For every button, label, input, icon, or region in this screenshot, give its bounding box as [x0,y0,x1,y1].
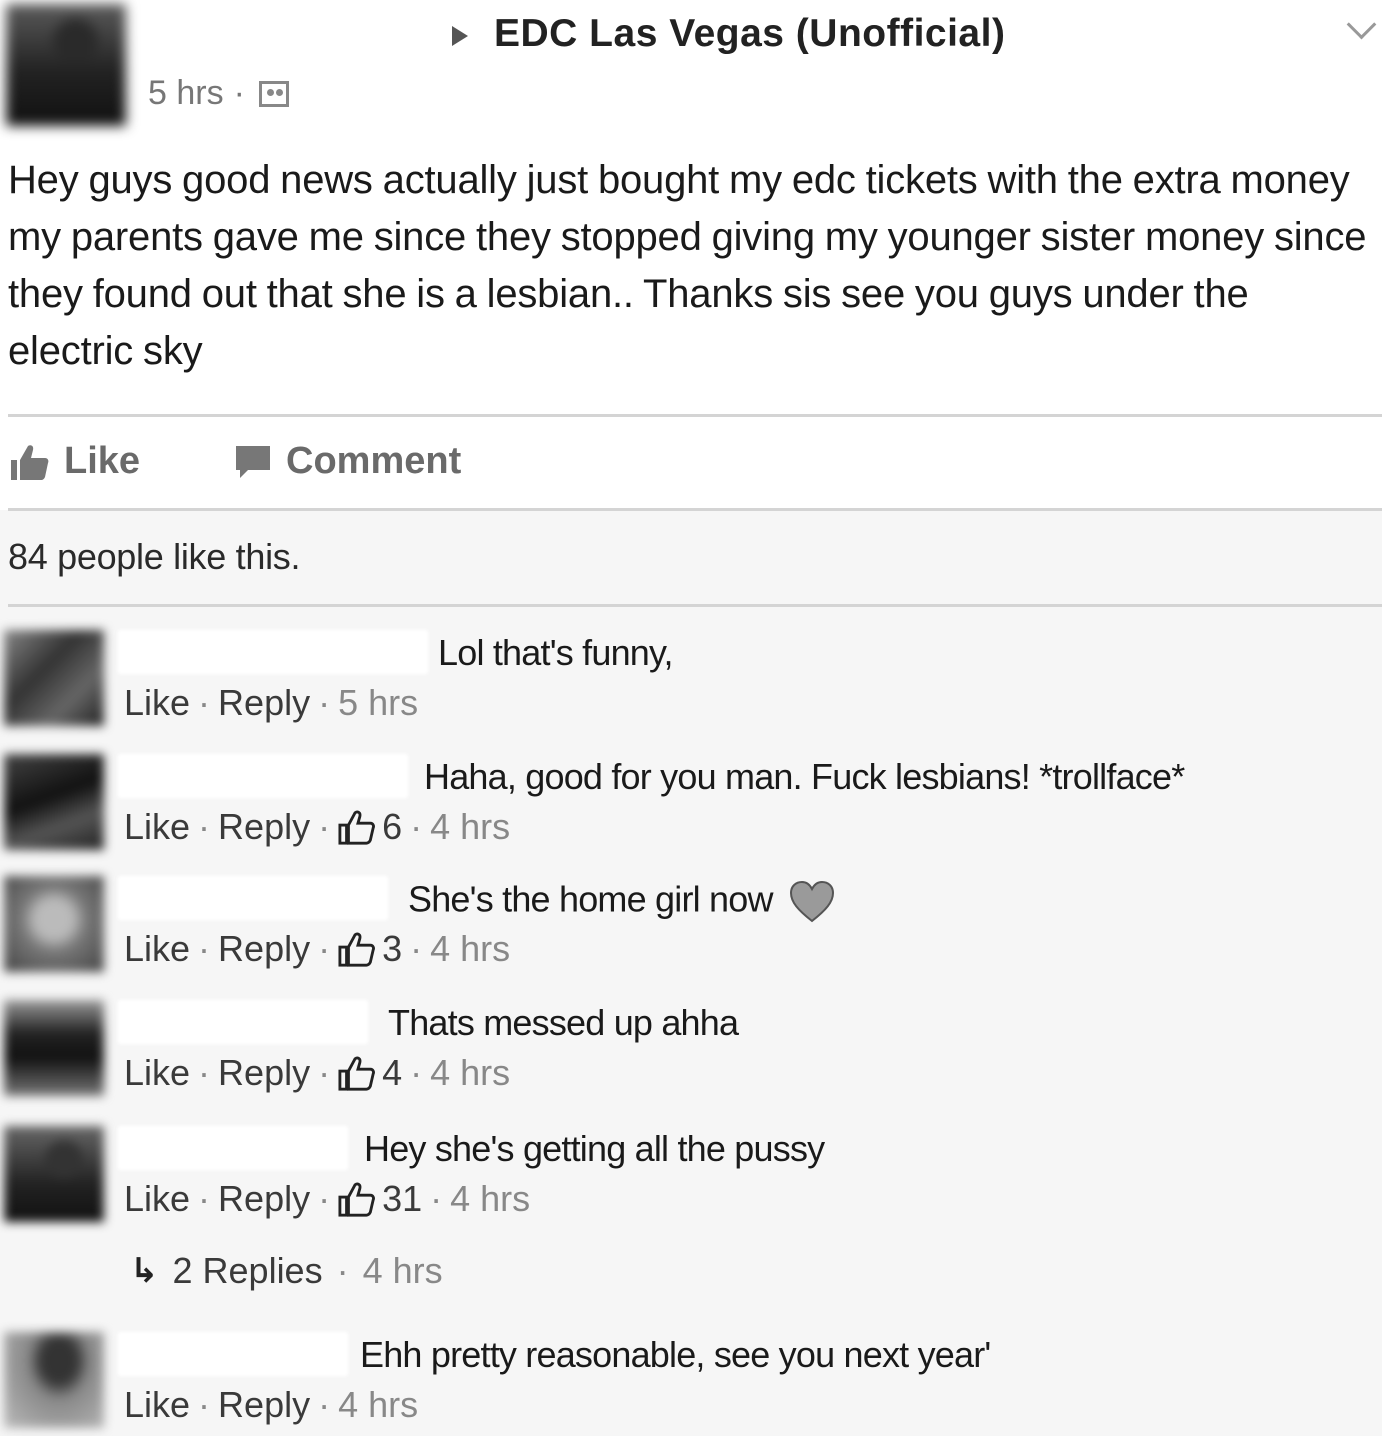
comment-time[interactable]: 5 hrs [338,682,418,724]
commenter-name[interactable] [118,1000,368,1044]
commenter-avatar[interactable] [4,1126,104,1222]
comment-reply-link[interactable]: Reply [218,682,310,724]
comment-text: She's the home girl now [408,878,773,920]
comment-actions: Like · Reply · 5 hrs [124,682,418,724]
separator: · [318,806,331,847]
separator: · [318,682,331,723]
reaction-count[interactable]: 6 [338,806,402,848]
thumbs-up-outline-icon [338,1056,376,1091]
chevron-down-icon[interactable] [1346,9,1377,40]
separator: · [318,928,331,969]
comment-text: Lol that's funny, [438,632,674,673]
separator: · [198,806,211,847]
comment-text: Hey she's getting all the pussy [364,1128,825,1169]
separator: · [198,1178,211,1219]
comment-text: Thats messed up ahha [388,1002,739,1043]
separator: · [318,1384,331,1425]
commenter-name[interactable] [118,1332,348,1376]
heart-icon [789,880,834,923]
commenter-name[interactable] [118,630,428,674]
comment-reply-link[interactable]: Reply [218,928,310,970]
thumbs-up-outline-icon [338,932,376,967]
comment-like-link[interactable]: Like [124,928,190,970]
comment-label: Comment [286,440,462,482]
post-time[interactable]: 5 hrs [148,74,224,113]
meta-separator: · [233,74,245,112]
commenter-avatar[interactable] [4,754,104,850]
comment-icon [236,445,270,478]
comment-time[interactable]: 4 hrs [430,1052,510,1094]
group-name-link[interactable]: EDC Las Vegas (Unofficial) [494,12,1005,56]
reaction-number: 6 [382,806,403,847]
group-arrow-icon [452,26,468,46]
post-card: EDC Las Vegas (Unofficial) 5 hrs · Hey g… [0,0,1382,510]
comment-like-link[interactable]: Like [124,806,190,848]
comment-actions: Like · Reply · 3 · 4 hrs [124,928,510,970]
comment-time[interactable]: 4 hrs [430,928,510,970]
separator: · [318,1178,331,1219]
commenter-name[interactable] [118,1126,348,1170]
divider [8,604,1382,607]
poster-avatar[interactable] [6,4,126,126]
comment-reply-link[interactable]: Reply [218,1384,310,1426]
commenter-name[interactable] [118,876,388,920]
thumbs-up-outline-icon [338,1182,376,1217]
reply-arrow-icon: ↳ [130,1252,159,1290]
post-body: Hey guys good news actually just bought … [8,158,1367,373]
comment-reply-link[interactable]: Reply [218,1052,310,1094]
replies-count: 2 Replies [172,1250,323,1291]
thumbs-up-outline-icon [338,810,376,845]
comment-actions: Like · Reply · 6 · 4 hrs [124,806,510,848]
comment-text: Ehh pretty reasonable, see you next year… [360,1334,991,1375]
likes-summary[interactable]: 84 people like this. [8,536,301,578]
comment-actions: Like · Reply · 4 hrs [124,1384,418,1426]
like-button[interactable]: Like [10,440,140,483]
comment-actions: Like · Reply · 31 · 4 hrs [124,1178,530,1220]
replies-time: 4 hrs [362,1250,443,1291]
separator: · [318,1052,331,1093]
commenter-name[interactable] [118,754,408,798]
like-label: Like [64,440,141,482]
comment-time[interactable]: 4 hrs [338,1384,418,1426]
comment-text-container: She's the home girl now [408,878,836,926]
comment-time[interactable]: 4 hrs [450,1178,530,1220]
post-action-bar: Like Comment [0,420,1382,506]
commenter-avatar[interactable] [4,1000,104,1096]
comment-text: Haha, good for you man. Fuck lesbians! *… [424,756,1185,797]
commenter-avatar[interactable] [4,630,104,726]
separator: · [430,1178,443,1219]
reaction-count[interactable]: 31 [338,1178,422,1220]
commenter-avatar[interactable] [4,1332,104,1428]
separator: · [198,1384,211,1425]
comment-like-link[interactable]: Like [124,682,190,724]
reaction-count[interactable]: 3 [338,928,402,970]
reaction-count[interactable]: 4 [338,1052,402,1094]
comment-like-link[interactable]: Like [124,1178,190,1220]
separator: · [198,682,211,723]
commenter-avatar[interactable] [4,876,104,972]
divider [8,508,1382,511]
reaction-number: 3 [382,928,403,969]
view-replies-link[interactable]: ↳ 2 Replies · 4 hrs [130,1250,443,1292]
thumbs-up-icon [11,444,49,480]
separator: · [198,928,211,969]
reaction-number: 4 [382,1052,403,1093]
comment-button[interactable]: Comment [234,440,461,483]
group-audience-icon[interactable] [258,80,289,107]
separator: · [410,928,423,969]
comment-actions: Like · Reply · 4 · 4 hrs [124,1052,510,1094]
separator: · [336,1250,349,1291]
comment-reply-link[interactable]: Reply [218,1178,310,1220]
separator: · [198,1052,211,1093]
divider [8,414,1382,417]
comment-reply-link[interactable]: Reply [218,806,310,848]
comment-like-link[interactable]: Like [124,1052,190,1094]
post-meta: 5 hrs · [148,74,289,113]
separator: · [410,806,423,847]
reaction-number: 31 [382,1178,423,1219]
comment-time[interactable]: 4 hrs [430,806,510,848]
separator: · [410,1052,423,1093]
comment-like-link[interactable]: Like [124,1384,190,1426]
